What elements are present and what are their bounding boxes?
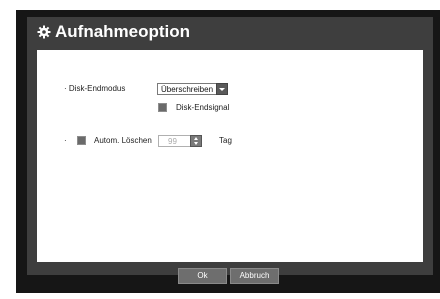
auto-delete-label: Autom. Löschen: [94, 136, 152, 145]
auto-delete-days-stepper[interactable]: 99: [158, 135, 202, 147]
gear-icon: [37, 25, 51, 39]
settings-panel: · Disk-Endmodus Überschreiben Disk-Endsi…: [37, 50, 423, 262]
auto-delete-days-value: 99: [168, 137, 177, 146]
disk-end-mode-select[interactable]: Überschreiben: [157, 83, 228, 95]
dialog-header: Aufnahmeoption: [27, 17, 433, 50]
ok-button[interactable]: Ok: [178, 268, 227, 284]
auto-delete-unit: Tag: [219, 136, 232, 145]
auto-delete-bullet: ·: [64, 136, 67, 145]
disk-end-signal-checkbox[interactable]: [158, 103, 167, 112]
cancel-button[interactable]: Abbruch: [230, 268, 279, 284]
dialog-title: Aufnahmeoption: [55, 22, 191, 41]
stepper-arrows-icon[interactable]: [190, 135, 202, 147]
screen-background: Aufnahmeoption · Disk-Endmodus Überschre…: [16, 10, 440, 293]
chevron-down-icon[interactable]: [216, 83, 228, 95]
disk-end-mode-value: Überschreiben: [161, 85, 214, 94]
auto-delete-checkbox[interactable]: [77, 136, 86, 145]
disk-end-mode-label: · Disk-Endmodus: [64, 84, 126, 93]
disk-end-signal-label: Disk-Endsignal: [176, 103, 230, 112]
dialog-window: Aufnahmeoption · Disk-Endmodus Überschre…: [27, 17, 433, 275]
